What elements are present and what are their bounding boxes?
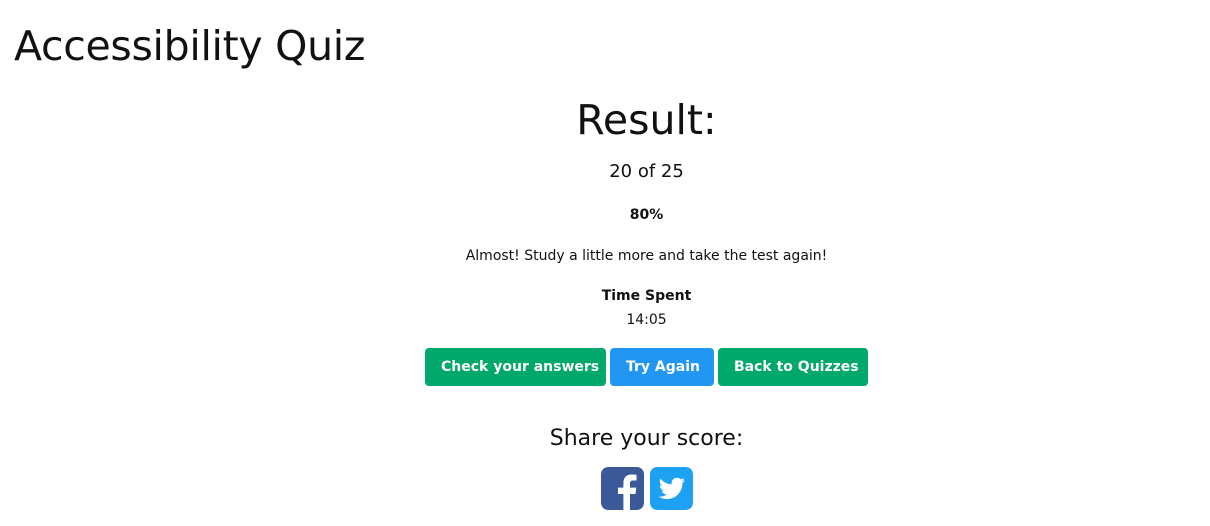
share-buttons (601, 467, 693, 510)
result-message: Almost! Study a little more and take the… (465, 248, 828, 264)
score-percent: 80% (629, 207, 664, 223)
share-heading: Share your score: (549, 426, 744, 451)
time-spent-label: Time Spent (601, 288, 692, 304)
back-to-quizzes-button[interactable]: Back to Quizzes (718, 348, 868, 386)
result-panel: Result: 20 of 25 80% Almost! Study a lit… (0, 0, 1210, 526)
action-buttons: Check your answers Try Again Back to Qui… (425, 348, 868, 386)
check-answers-button[interactable]: Check your answers (425, 348, 606, 386)
score-text: 20 of 25 (609, 161, 684, 182)
try-again-button[interactable]: Try Again (610, 348, 714, 386)
twitter-icon[interactable] (650, 467, 693, 510)
time-spent-value: 14:05 (626, 312, 667, 328)
facebook-icon[interactable] (601, 467, 644, 510)
result-heading: Result: (576, 96, 717, 144)
